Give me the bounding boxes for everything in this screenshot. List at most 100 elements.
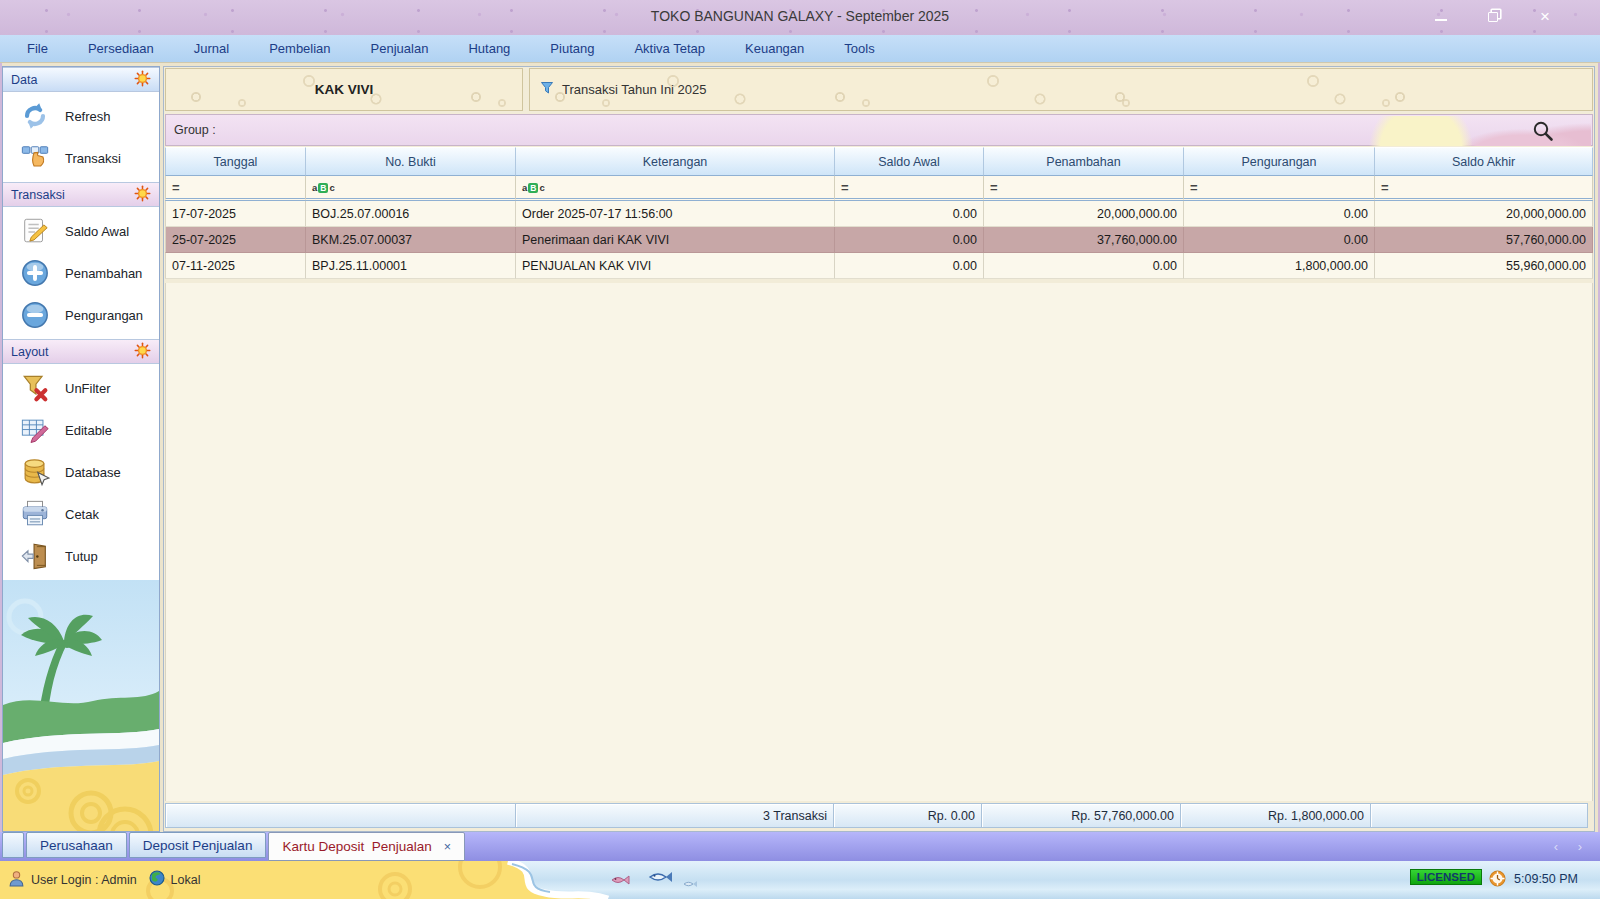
column-header-penambahan[interactable]: Penambahan [984,147,1184,176]
status-time: 5:09:50 PM [1514,872,1578,886]
sidebar-item-database[interactable]: Database [3,451,159,493]
filter-cell-text[interactable]: aBc [306,176,516,201]
sidebar-section-header-transaksi[interactable]: Transaksi [3,182,159,207]
document-tab-bar: PerusahaanDeposit PenjualanKartu Deposit… [0,832,1600,861]
statusbar-beach-art [0,861,1600,899]
tab-perusahaan[interactable]: Perusahaan [26,832,127,858]
group-label: Group : [174,123,216,137]
sidebar-item-unfilter[interactable]: UnFilter [3,367,159,409]
plus-circle-icon [19,257,51,289]
footer-summary-cell: Rp. 1,800,000.00 [1180,803,1371,828]
footer-summary-cell: Rp. 57,760,000.00 [981,803,1181,828]
menu-penjualan[interactable]: Penjualan [371,41,429,56]
tab-close-icon[interactable]: × [444,840,451,854]
section-title: Transaksi [11,188,65,202]
menu-persediaan[interactable]: Persediaan [88,41,154,56]
close-button[interactable]: × [1534,8,1556,26]
filter-cell-text[interactable]: aBc [516,176,835,201]
sidebar-section-items: UnFilter Editable Database Cetak Tutup [3,364,159,580]
table-row[interactable]: 17-07-2025BOJ.25.07.00016Order 2025-07-1… [165,201,1593,227]
user-login-label: User Login : Admin [31,873,137,887]
menu-hutang[interactable]: Hutang [468,41,510,56]
window-title: TOKO BANGUNAN GALAXY - September 2025 [0,8,1600,24]
menu-bar: File Persediaan Jurnal Pembelian Penjualan Hu… [0,35,1600,63]
cell-penambahan: 37,760,000.00 [984,227,1184,253]
printer-icon [19,498,51,530]
table-header-row: TanggalNo. BuktiKeteranganSaldo AwalPena… [165,147,1593,176]
active-tab-label: Kartu Deposit Penjualan [282,839,431,854]
globe-icon [149,870,165,890]
menu-piutang[interactable]: Piutang [550,41,594,56]
filter-cell-equals[interactable]: = [835,176,984,201]
table-row[interactable]: 07-11-2025BPJ.25.11.00001PENJUALAN KAK V… [165,253,1593,279]
column-header-keterangan[interactable]: Keterangan [516,147,835,176]
column-header-saldo-awal[interactable]: Saldo Awal [835,147,984,176]
license-badge: LICENSED [1410,869,1482,885]
cell-pengurangan: 0.00 [1184,227,1375,253]
sidebar-section-items: RefreshTransaksi [3,92,159,182]
saldo-awal-icon [19,215,51,247]
refresh-icon [19,100,51,132]
sidebar-item-refresh[interactable]: Refresh [3,95,159,137]
grid-footer: 3 TransaksiRp. 0.00Rp. 57,760,000.00Rp. … [165,803,1593,828]
column-header-no-bukti[interactable]: No. Bukti [306,147,516,176]
menu-pembelian[interactable]: Pembelian [269,41,330,56]
filter-cell-equals[interactable]: = [1375,176,1593,201]
tab-scroll-arrows[interactable]: ‹ › [1554,839,1590,854]
equals-filter-icon: = [841,180,849,195]
tab-kartu-deposit-penjualan-active[interactable]: Kartu Deposit Penjualan × [268,832,465,861]
sidebar-item-saldo-awal[interactable]: Saldo Awal [3,210,159,252]
sidebar-item-cetak[interactable]: Cetak [3,493,159,535]
sidebar-item-editable[interactable]: Editable [3,409,159,451]
transactions-table: TanggalNo. BuktiKeteranganSaldo AwalPena… [165,147,1593,279]
beach-art [3,580,159,831]
unfilter-icon [19,372,51,404]
equals-filter-icon: = [172,180,180,195]
menu-jurnal[interactable]: Jurnal [194,41,229,56]
title-bar: TOKO BANGUNAN GALAXY - September 2025 × [0,0,1600,35]
tab-deposit-penjualan[interactable]: Deposit Penjualan [129,832,267,858]
cell-pengurangan: 0.00 [1184,201,1375,227]
sidebar-item-penambahan[interactable]: Penambahan [3,252,159,294]
filter-cell-equals[interactable]: = [1184,176,1375,201]
menu-file[interactable]: File [27,41,48,56]
database-icon [19,456,51,488]
sidebar-item-pengurangan[interactable]: Pengurangan [3,294,159,336]
minimize-button[interactable] [1430,8,1452,26]
column-header-saldo-akhir[interactable]: Saldo Akhir [1375,147,1593,176]
filter-cell-equals[interactable]: = [984,176,1184,201]
section-title: Layout [11,345,49,359]
minus-circle-icon [19,299,51,331]
footer-summary-cell: Rp. 0.00 [833,803,982,828]
sidebar-item-label: Editable [65,423,112,438]
column-header-pengurangan[interactable]: Pengurangan [1184,147,1375,176]
column-header-tanggal[interactable]: Tanggal [165,147,306,176]
status-bar: User Login : Admin Lokal LICENSED 5:09:5… [0,861,1600,899]
cell-tanggal: 07-11-2025 [165,253,306,279]
sidebar-item-transaksi[interactable]: Transaksi [3,137,159,179]
clock-icon [1489,870,1506,891]
sidebar-item-label: Cetak [65,507,99,522]
abc-filter-icon: aBc [522,180,545,194]
cell-no-bukti: BPJ.25.11.00001 [306,253,516,279]
sidebar-item-tutup[interactable]: Tutup [3,535,159,577]
customer-title: KAK VIVI [165,68,523,111]
abc-filter-icon: aBc [312,180,335,194]
tab-stub-button[interactable] [2,832,24,858]
sidebar-section-header-data[interactable]: Data [3,67,159,92]
app-window: TOKO BANGUNAN GALAXY - September 2025 × … [0,0,1600,899]
sidebar-section-header-layout[interactable]: Layout [3,339,159,364]
cell-saldo-akhir: 57,760,000.00 [1375,227,1593,253]
period-filter-header[interactable]: Transaksi Tahun Ini 2025 [529,68,1593,111]
menu-keuangan[interactable]: Keuangan [745,41,804,56]
menu-tools[interactable]: Tools [844,41,874,56]
cell-saldo-akhir: 20,000,000.00 [1375,201,1593,227]
restore-button[interactable] [1482,8,1504,26]
menu-aktiva-tetap[interactable]: Aktiva Tetap [634,41,705,56]
cell-keterangan: PENJUALAN KAK VIVI [516,253,835,279]
sidebar-item-label: Tutup [65,549,98,564]
sidebar-item-label: Saldo Awal [65,224,129,239]
table-row[interactable]: 25-07-2025BKM.25.07.00037Penerimaan dari… [165,227,1593,253]
search-icon[interactable] [1532,120,1554,146]
filter-cell-equals[interactable]: = [165,176,306,201]
